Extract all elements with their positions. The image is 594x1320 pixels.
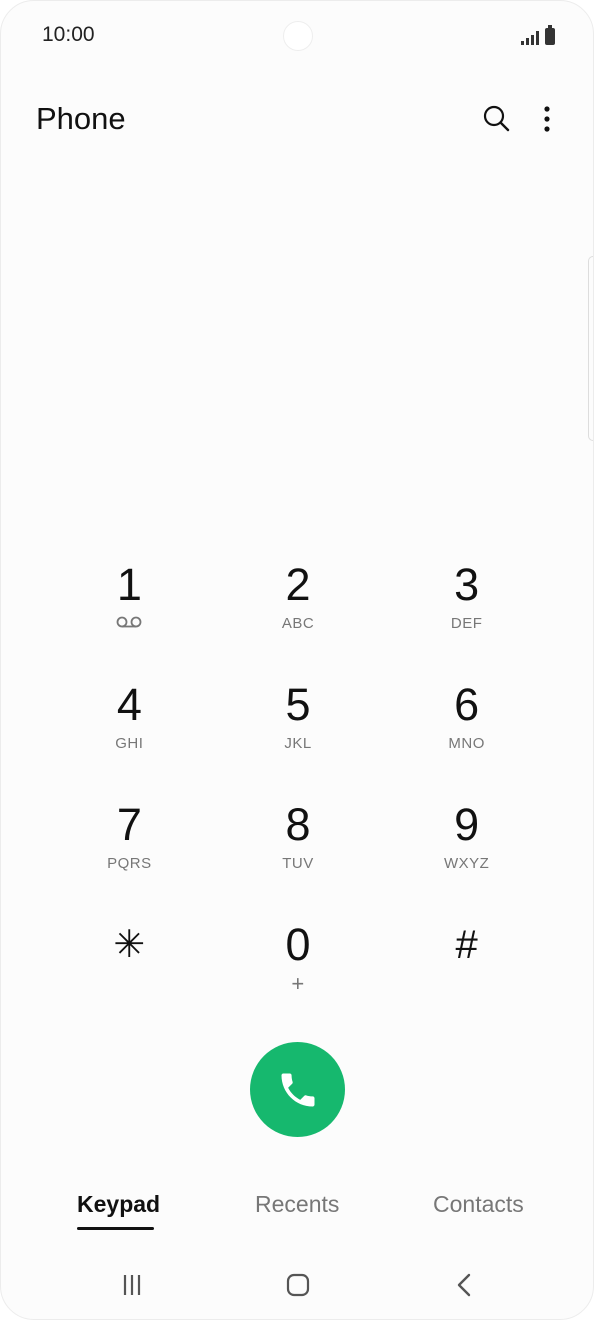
tab-contacts[interactable]: Contacts (433, 1191, 524, 1218)
key-letters: PQRS (107, 855, 152, 872)
battery-icon (545, 25, 555, 45)
more-options-button[interactable] (531, 101, 563, 137)
key-letters: MNO (448, 735, 485, 752)
back-icon (457, 1273, 471, 1297)
key-4[interactable]: 4 GHI (45, 676, 214, 796)
key-0[interactable]: 0 + (214, 916, 383, 1036)
bottom-tabs: Keypad Recents Contacts (1, 1191, 593, 1241)
key-letters: + (291, 971, 305, 996)
call-button[interactable] (250, 1042, 345, 1137)
signal-icon (521, 29, 539, 45)
dial-keypad: 1 2 ABC 3 DEF 4 GHI 5 JKL 6 MNO 7 PQRS 8… (45, 556, 551, 1036)
key-9[interactable]: 9 WXYZ (382, 796, 551, 916)
key-6[interactable]: 6 MNO (382, 676, 551, 796)
key-2[interactable]: 2 ABC (214, 556, 383, 676)
key-digit: 0 (285, 919, 311, 970)
key-hash[interactable]: # (382, 916, 551, 1036)
key-letters: GHI (115, 735, 144, 752)
search-button[interactable] (479, 101, 515, 137)
status-icons (521, 25, 555, 45)
key-digit: 5 (285, 679, 311, 730)
phone-screen: 10:00 Phone 1 2 ABC 3 DEF 4 GHI 5 JKL 6 … (0, 0, 594, 1320)
key-digit: 2 (285, 559, 311, 610)
home-icon (286, 1273, 310, 1297)
key-letters: WXYZ (443, 855, 490, 872)
key-letters: ABC (281, 615, 315, 632)
tab-recents[interactable]: Recents (255, 1191, 339, 1218)
key-digit: 1 (116, 559, 142, 610)
key-digit: # (455, 923, 478, 967)
status-time: 10:00 (42, 23, 95, 46)
key-3[interactable]: 3 DEF (382, 556, 551, 676)
system-nav-bar (1, 1263, 593, 1313)
key-digit: 6 (454, 679, 480, 730)
back-button[interactable] (443, 1263, 487, 1307)
camera-cutout (283, 21, 313, 51)
voicemail-icon (116, 616, 142, 628)
key-digit: 9 (454, 799, 480, 850)
key-5[interactable]: 5 JKL (214, 676, 383, 796)
key-letters: DEF (450, 615, 483, 632)
key-letters: TUV (282, 855, 314, 872)
key-7[interactable]: 7 PQRS (45, 796, 214, 916)
key-8[interactable]: 8 TUV (214, 796, 383, 916)
page-title: Phone (36, 101, 126, 136)
key-digit: 3 (454, 559, 480, 610)
recent-apps-icon (123, 1275, 141, 1295)
phone-icon (281, 1073, 314, 1106)
key-digit: 8 (285, 799, 311, 850)
key-digit: 7 (116, 799, 142, 850)
active-tab-indicator (77, 1227, 154, 1230)
recent-apps-button[interactable] (110, 1263, 154, 1307)
search-icon (483, 105, 510, 132)
key-digit: ✳ (113, 924, 146, 966)
key-star[interactable]: ✳ (45, 916, 214, 1036)
home-button[interactable] (276, 1263, 320, 1307)
more-vert-icon (544, 106, 550, 132)
edge-panel-handle[interactable] (588, 256, 593, 441)
key-letters: JKL (284, 735, 312, 752)
key-1[interactable]: 1 (45, 556, 214, 676)
tab-keypad[interactable]: Keypad (77, 1191, 160, 1218)
key-digit: 4 (116, 679, 142, 730)
